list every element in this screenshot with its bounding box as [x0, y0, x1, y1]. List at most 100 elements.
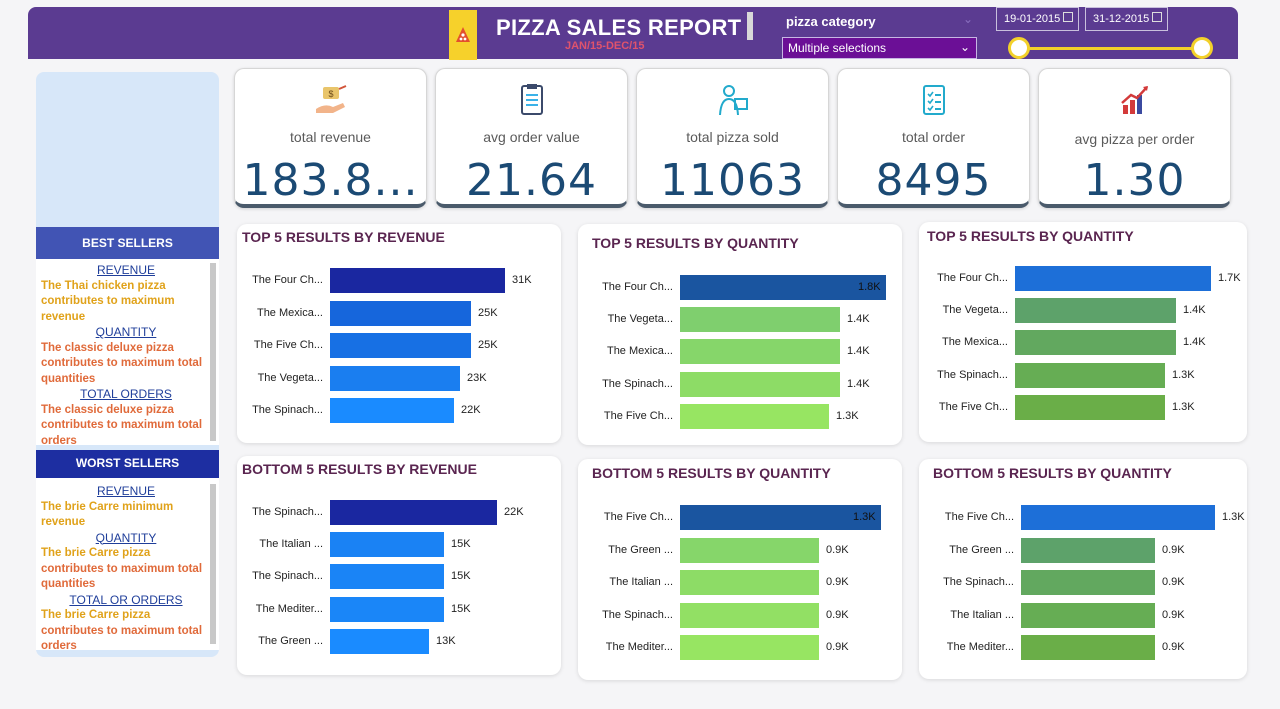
bar[interactable]	[1015, 330, 1176, 356]
bar-row[interactable]: The Spinach... 22K	[237, 398, 561, 424]
bar[interactable]	[330, 333, 471, 358]
worst-sellers-box[interactable]: REVENUE The brie Carre minimum revenue Q…	[36, 478, 219, 650]
end-date-input[interactable]: 31-12-2015	[1085, 7, 1168, 31]
bar[interactable]	[1021, 635, 1155, 660]
kpi-label: total order	[901, 129, 966, 145]
bar[interactable]	[1015, 266, 1211, 291]
bar-row[interactable]: The Mediter... 0.9K	[919, 635, 1247, 661]
bar-row[interactable]: The Italian ... 0.9K	[578, 570, 902, 596]
category-label: The Italian ...	[259, 538, 323, 551]
bar[interactable]	[330, 268, 505, 293]
bar-row[interactable]: The Green ... 0.9K	[919, 537, 1247, 564]
bar[interactable]	[330, 365, 460, 391]
calendar-icon[interactable]	[1152, 12, 1162, 22]
bar[interactable]	[1015, 394, 1165, 420]
bar-row[interactable]: The Vegeta... 1.4K	[919, 298, 1247, 324]
bar[interactable]	[680, 570, 819, 595]
category-label: The Mexica...	[941, 336, 1008, 349]
bar[interactable]	[680, 505, 881, 530]
bar[interactable]	[680, 403, 829, 429]
bar[interactable]	[1021, 537, 1155, 563]
bar[interactable]	[330, 398, 454, 423]
category-label: The Four Ch...	[252, 274, 323, 286]
kpi-label: avg pizza per order	[1074, 131, 1195, 147]
data-label: 25K	[478, 339, 498, 351]
bar[interactable]	[330, 532, 444, 558]
bar-row[interactable]: The Spinach... 15K	[237, 564, 561, 590]
category-label: The Green ...	[608, 543, 673, 556]
scrollbar[interactable]	[210, 484, 216, 644]
bar[interactable]	[680, 537, 819, 563]
bar[interactable]	[1021, 570, 1155, 595]
kpi-total-order[interactable]: total order 8495	[837, 68, 1030, 208]
bar-row[interactable]: The Spinach... 1.3K	[919, 362, 1247, 389]
bar[interactable]	[330, 500, 497, 525]
bar[interactable]	[330, 596, 444, 622]
bar[interactable]	[680, 635, 819, 660]
bar-row[interactable]: The Vegeta... 1.4K	[578, 307, 902, 333]
bar[interactable]	[1015, 362, 1165, 388]
best-revenue-heading: REVENUE	[96, 263, 155, 277]
clipboard-icon	[520, 84, 543, 115]
bar-row[interactable]: The Mexica... 1.4K	[919, 330, 1247, 356]
best-quantity-text: The classic deluxe pizza contributes to …	[41, 341, 203, 385]
category-select[interactable]: Multiple selections ⌄	[782, 37, 977, 59]
bar[interactable]	[680, 339, 840, 365]
bar-row[interactable]: The Spinach... 0.9K	[919, 570, 1247, 596]
bar-row[interactable]: The Five Ch... 1.3K	[919, 505, 1247, 531]
bar[interactable]	[330, 564, 444, 590]
kpi-label: total pizza sold	[686, 129, 779, 145]
bar[interactable]	[1015, 298, 1176, 324]
bar-row[interactable]: The Green ... 13K	[237, 628, 561, 655]
worst-revenue-text: The brie Carre minimum revenue	[41, 500, 174, 529]
slider-start-handle[interactable]	[1008, 37, 1030, 59]
kpi-avg-pizza-per-order[interactable]: avg pizza per order 1.30	[1038, 68, 1231, 208]
bar-row[interactable]: The Italian ... 15K	[237, 532, 561, 558]
kpi-label: total revenue	[290, 129, 371, 145]
bar[interactable]	[330, 300, 471, 326]
category-label: The Green ...	[258, 634, 323, 647]
chevron-down-icon[interactable]: ⌄	[963, 12, 973, 26]
bar-row[interactable]: The Five Ch... 1.3K	[578, 505, 902, 531]
slider-end-handle[interactable]	[1191, 37, 1213, 59]
bar-row[interactable]: The Mexica... 25K	[237, 300, 561, 327]
calendar-icon[interactable]	[1063, 12, 1073, 22]
bar[interactable]	[330, 628, 429, 654]
bar-row[interactable]: The Vegeta... 23K	[237, 365, 561, 392]
bar-row[interactable]: The Four Ch... 1.7K	[919, 266, 1247, 292]
kpi-avg-order-value[interactable]: avg order value 21.64	[435, 68, 628, 208]
bar-row[interactable]: The Green ... 0.9K	[578, 537, 902, 564]
data-label: 15K	[451, 538, 471, 551]
delivery-person-icon	[718, 85, 748, 116]
kpi-total-pizza-sold[interactable]: total pizza sold 11063	[636, 68, 829, 208]
kpi-value: 21.64	[466, 155, 597, 206]
kpi-total-revenue[interactable]: $ total revenue 183.8...	[234, 68, 427, 208]
bar-row[interactable]: The Spinach... 0.9K	[578, 602, 902, 629]
best-sellers-box[interactable]: REVENUE The Thai chicken pizza contribut…	[36, 259, 219, 445]
bar-row[interactable]: The Mediter... 15K	[237, 596, 561, 623]
category-label: The Four Ch...	[602, 281, 673, 293]
bar[interactable]	[1021, 505, 1215, 530]
bar[interactable]	[1021, 602, 1155, 628]
bar-row[interactable]: The Five Ch... 1.3K	[578, 403, 902, 430]
date-range-slider[interactable]	[1019, 47, 1202, 50]
bar-row[interactable]: The Five Ch... 25K	[237, 333, 561, 359]
bar-row[interactable]: The Five Ch... 1.3K	[919, 394, 1247, 421]
scrollbar[interactable]	[210, 263, 216, 441]
bar-row[interactable]: The Mediter... 0.9K	[578, 635, 902, 661]
bar-row[interactable]: The Italian ... 0.9K	[919, 602, 1247, 629]
bar-row[interactable]: The Spinach... 22K	[237, 500, 561, 526]
bar[interactable]	[680, 307, 840, 333]
best-quantity-heading: QUANTITY	[95, 325, 157, 339]
bar-row[interactable]: The Four Ch... 1.8K	[578, 275, 902, 301]
bar[interactable]	[680, 602, 819, 628]
start-date-input[interactable]: 19-01-2015	[996, 7, 1079, 31]
bar-row[interactable]: The Four Ch... 31K	[237, 268, 561, 294]
bar[interactable]	[680, 371, 840, 397]
bar[interactable]	[680, 275, 886, 300]
data-label: 1.3K	[853, 511, 876, 523]
bar-row[interactable]: The Spinach... 1.4K	[578, 371, 902, 398]
bar-row[interactable]: The Mexica... 1.4K	[578, 339, 902, 365]
svg-text:$: $	[328, 89, 333, 99]
bottom5-revenue-chart: BOTTOM 5 RESULTS BY REVENUE The Spinach.…	[237, 456, 561, 675]
